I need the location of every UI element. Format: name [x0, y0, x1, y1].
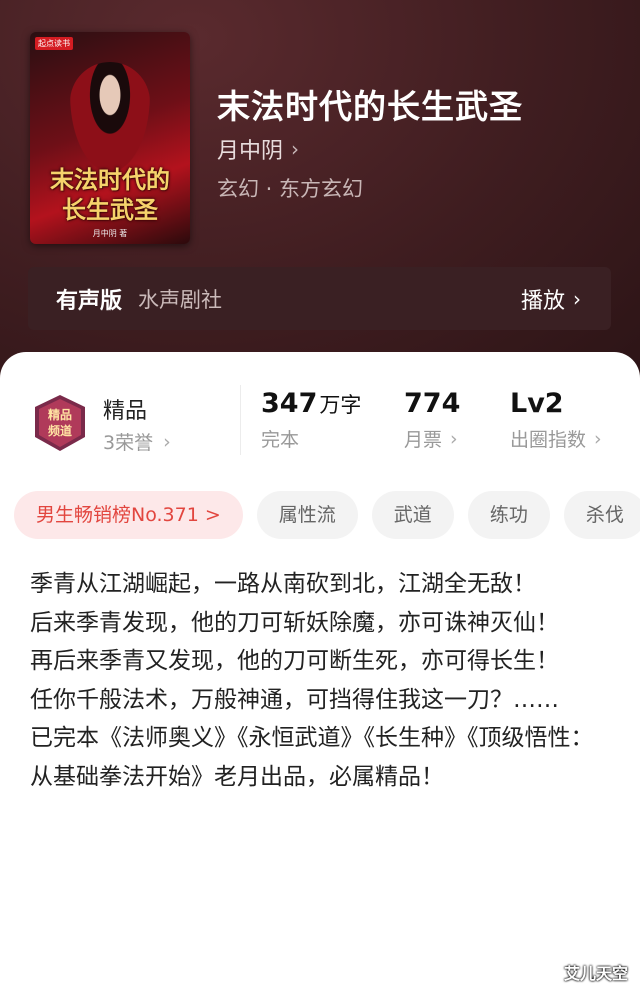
badge-line2: 频道	[48, 423, 72, 438]
description-paragraph: 后来季青发现，他的刀可斩妖除魔，亦可诛神灭仙！	[30, 609, 559, 636]
quality-label: 精品	[103, 399, 148, 424]
watermark: 艾儿天空	[563, 964, 628, 983]
chevron-right-icon: ›	[594, 427, 602, 450]
cover-title-line2: 长生武圣	[62, 195, 158, 224]
description-paragraph: 任你千般法术，万般神通，可挡得住我这一刀？……	[30, 686, 559, 713]
tag-item[interactable]: 属性流	[256, 491, 358, 539]
chevron-right-icon: ›	[573, 286, 581, 311]
stat-label: 完本	[261, 429, 300, 451]
stats-divider	[240, 385, 241, 455]
stat-popularity-index[interactable]: Lv2 出圈指数 ›	[510, 388, 602, 452]
description-paragraph: 季青从江湖崛起，一路从南砍到北，江湖全无敌！	[30, 571, 536, 597]
stat-monthly-tickets[interactable]: 774 月票 ›	[404, 388, 460, 452]
chevron-right-icon: ›	[450, 427, 458, 450]
author-link[interactable]: 月中阴 ›	[217, 133, 299, 165]
book-description[interactable]: 季青从江湖崛起，一路从南砍到北，江湖全无敌！ 后来季青发现，他的刀可斩妖除魔，亦…	[30, 565, 605, 796]
badge-line1: 精品	[48, 407, 72, 422]
audio-label: 有声版	[56, 288, 123, 314]
tag-rank[interactable]: 男生畅销榜No.371 >	[14, 491, 243, 539]
chevron-right-icon: ›	[163, 430, 171, 453]
play-label: 播放	[520, 288, 565, 314]
cover-author: 月中阴 著	[92, 229, 128, 238]
stat-label: 出圈指数	[510, 429, 587, 451]
stat-unit: 万字	[319, 393, 362, 417]
tag-list: 男生畅销榜No.371 > 属性流 武道 练功 杀伐	[14, 491, 640, 541]
book-cover[interactable]: 起点读书 末法时代的 长生武圣 月中阴 著	[30, 32, 190, 244]
tag-item[interactable]: 练功	[467, 491, 550, 539]
honors-link[interactable]: 3荣誉 ›	[103, 428, 171, 455]
play-button[interactable]: 播放 ›	[521, 283, 581, 315]
cover-figure	[70, 62, 150, 172]
book-header: 起点读书 末法时代的 长生武圣 月中阴 著 末法时代的长生武圣 月中阴 › 玄幻…	[0, 0, 640, 380]
description-paragraph: 已完本《法师奥义》《永恒武道》《长生种》《顶级悟性：从基础拳法开始》老月出品，必…	[30, 725, 594, 790]
premium-badge-icon: 精品 频道	[35, 395, 85, 451]
tag-item[interactable]: 武道	[371, 491, 454, 539]
stat-word-count: 347万字 完本	[261, 388, 361, 452]
description-paragraph: 再后来季青又发现，他的刀可断生死，亦可得长生！	[30, 648, 559, 674]
stat-value: 774	[404, 388, 461, 419]
book-title: 末法时代的长生武圣	[217, 87, 523, 126]
chevron-right-icon: ›	[291, 137, 300, 161]
honors-count: 3荣誉	[103, 432, 154, 454]
publisher-logo: 起点读书	[35, 37, 73, 50]
stat-value: 347	[261, 388, 318, 419]
audio-studio: 水声剧社	[138, 287, 223, 312]
tag-item[interactable]: 杀伐	[563, 491, 640, 539]
audio-version-bar[interactable]: 有声版 水声剧社 播放 ›	[28, 267, 611, 330]
stat-label: 月票	[404, 429, 443, 451]
book-genre: 玄幻 · 东方玄幻	[217, 177, 364, 201]
author-name: 月中阴	[217, 139, 284, 164]
stat-value: Lv2	[510, 388, 564, 419]
